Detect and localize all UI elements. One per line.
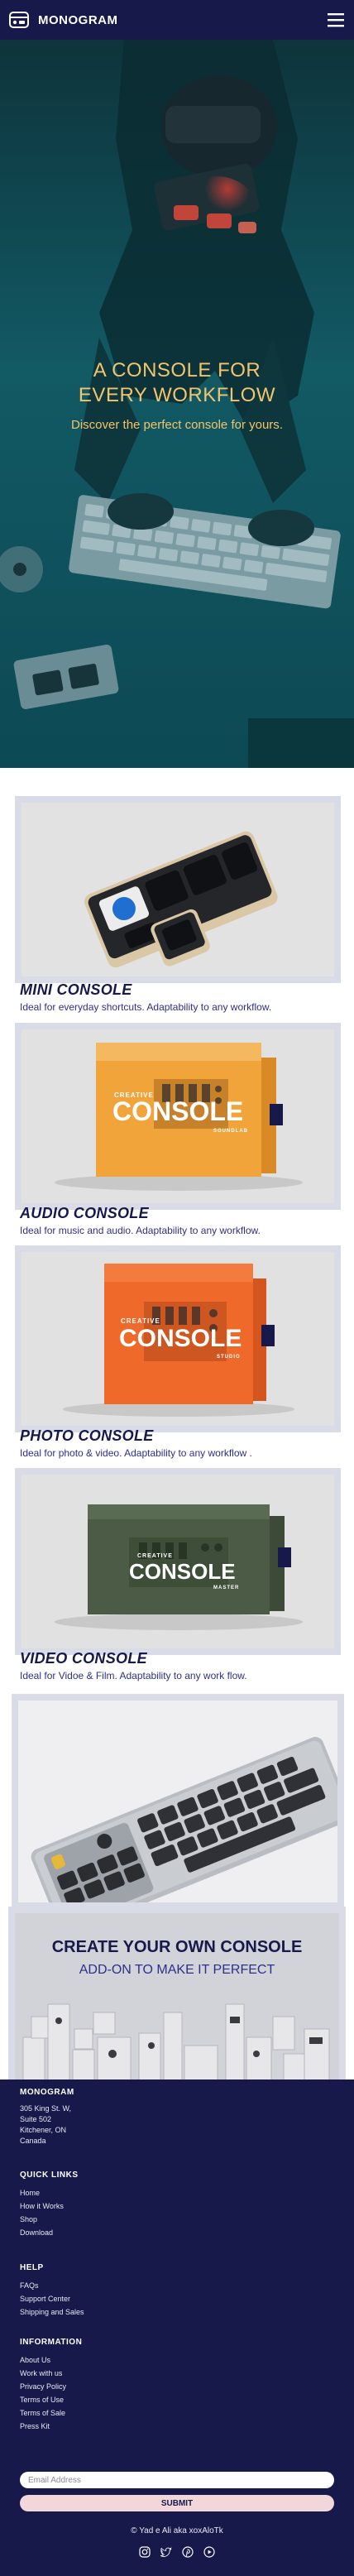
product-title-audio[interactable]: AUDIO CONSOLE bbox=[20, 1205, 149, 1222]
footer-link-how-it-works[interactable]: How it Works bbox=[20, 2199, 79, 2213]
footer-link-shipping-and-sales[interactable]: Shipping and Sales bbox=[20, 2305, 84, 2319]
footer-link-shop[interactable]: Shop bbox=[20, 2213, 79, 2226]
pinterest-icon[interactable] bbox=[182, 2546, 194, 2558]
keyboard-illustration bbox=[18, 1701, 337, 1902]
video-box-word: CONSOLE bbox=[129, 1559, 236, 1584]
twitter-icon[interactable] bbox=[160, 2546, 172, 2558]
email-input[interactable] bbox=[20, 2472, 334, 2488]
footer-link-faqs[interactable]: FAQs bbox=[20, 2279, 84, 2292]
product-card-video[interactable]: CREATIVE CONSOLE MASTER bbox=[15, 1468, 341, 1655]
product-image-video: CREATIVE CONSOLE MASTER bbox=[22, 1475, 334, 1648]
product-image-photo: CREATIVE CONSOLE STUDIO bbox=[22, 1252, 334, 1426]
hero-text: A CONSOLE FOR EVERY WORKFLOW Discover th… bbox=[0, 358, 354, 432]
video-box-edition: MASTER bbox=[213, 1585, 239, 1590]
product-description-photo: Ideal for photo & video. Adaptability to… bbox=[20, 1447, 252, 1459]
audio-console-box-image: CREATIVE CONSOLE SOUNDLAB bbox=[22, 1029, 334, 1203]
social-links bbox=[0, 2546, 354, 2558]
youtube-icon[interactable] bbox=[203, 2546, 215, 2558]
footer-link-home[interactable]: Home bbox=[20, 2186, 79, 2199]
information-heading: INFORMATION bbox=[20, 2338, 83, 2347]
submit-button[interactable]: SUBMIT bbox=[20, 2495, 334, 2511]
product-title-video[interactable]: VIDEO CONSOLE bbox=[20, 1650, 147, 1667]
create-subtitle: ADD-ON TO MAKE IT PERFECT bbox=[79, 1963, 275, 1977]
footer-link-terms-of-sale[interactable]: Terms of Sale bbox=[20, 2406, 82, 2420]
brand[interactable]: MONOGRAM bbox=[8, 9, 118, 31]
navbar: MONOGRAM bbox=[0, 0, 354, 40]
product-card-mini[interactable] bbox=[15, 796, 341, 983]
footer: MONOGRAM 305 King St. W, Suite 502 Kitch… bbox=[0, 2080, 354, 2576]
photo-box-word: CONSOLE bbox=[119, 1325, 242, 1352]
quick-links-heading: QUICK LINKS bbox=[20, 2171, 79, 2180]
product-description-mini: Ideal for everyday shortcuts. Adaptabili… bbox=[20, 1001, 272, 1013]
mini-console-image bbox=[22, 803, 334, 976]
video-box-small-text: CREATIVE bbox=[137, 1553, 173, 1559]
photo-console-box-image: CREATIVE CONSOLE STUDIO bbox=[22, 1252, 334, 1426]
audio-box-word: CONSOLE bbox=[112, 1096, 243, 1126]
keyboard-showcase-card bbox=[12, 1694, 344, 1909]
logo-icon bbox=[9, 12, 29, 28]
audio-box-edition: SOUNDLAB bbox=[213, 1129, 248, 1134]
address-line: 305 King St. W, bbox=[20, 2104, 72, 2113]
hamburger-menu-icon[interactable] bbox=[326, 12, 346, 28]
footer-link-download[interactable]: Download bbox=[20, 2226, 79, 2239]
create-your-own-image: CREATE YOUR OWN CONSOLE ADD-ON TO MAKE I… bbox=[15, 1913, 339, 2103]
instagram-icon[interactable] bbox=[139, 2546, 151, 2558]
product-description-audio: Ideal for music and audio. Adaptability … bbox=[20, 1225, 261, 1236]
photo-box-small-text: CREATIVE bbox=[121, 1317, 160, 1325]
help-heading: HELP bbox=[20, 2263, 44, 2272]
footer-link-about-us[interactable]: About Us bbox=[20, 2353, 82, 2367]
product-card-photo[interactable]: CREATIVE CONSOLE STUDIO bbox=[15, 1245, 341, 1432]
footer-link-privacy-policy[interactable]: Privacy Policy bbox=[20, 2380, 82, 2393]
keyboard-showcase-image bbox=[18, 1701, 337, 1902]
product-title-photo[interactable]: PHOTO CONSOLE bbox=[20, 1427, 154, 1445]
footer-information: INFORMATION About Us Work with us Privac… bbox=[20, 2338, 82, 2433]
hero-section: A CONSOLE FOR EVERY WORKFLOW Discover th… bbox=[0, 40, 354, 768]
footer-link-support-center[interactable]: Support Center bbox=[20, 2292, 84, 2305]
footer-help: HELP FAQs Support Center Shipping and Sa… bbox=[20, 2263, 84, 2319]
brand-name: MONOGRAM bbox=[38, 12, 118, 27]
footer-quick-links: QUICK LINKS Home How it Works Shop Downl… bbox=[20, 2171, 79, 2239]
footer-link-terms-of-use[interactable]: Terms of Use bbox=[20, 2393, 82, 2406]
address-line: Kitchener, ON bbox=[20, 2126, 67, 2134]
footer-link-work-with-us[interactable]: Work with us bbox=[20, 2367, 82, 2380]
photo-box-edition: STUDIO bbox=[217, 1355, 241, 1360]
footer-brand-section: MONOGRAM 305 King St. W, Suite 502 Kitch… bbox=[20, 2088, 74, 2147]
video-console-box-image: CREATIVE CONSOLE MASTER bbox=[22, 1475, 334, 1648]
footer-brand: MONOGRAM bbox=[20, 2088, 74, 2097]
create-title[interactable]: CREATE YOUR OWN CONSOLE bbox=[15, 1938, 339, 1957]
product-description-video: Ideal for Vidoe & Film. Adaptability to … bbox=[20, 1670, 247, 1681]
address-line: Suite 502 bbox=[20, 2115, 52, 2123]
hero-title: A CONSOLE FOR EVERY WORKFLOW bbox=[78, 359, 276, 406]
product-card-audio[interactable]: CREATIVE CONSOLE SOUNDLAB bbox=[15, 1023, 341, 1210]
product-image-audio: CREATIVE CONSOLE SOUNDLAB bbox=[22, 1029, 334, 1203]
product-title-mini[interactable]: MINI CONSOLE bbox=[20, 981, 132, 999]
address-line: Canada bbox=[20, 2137, 46, 2145]
copyright-text: © Yad e Ali aka xoxAloTk bbox=[131, 2526, 223, 2535]
product-image-mini bbox=[22, 803, 334, 976]
hero-subtitle: Discover the perfect console for yours. bbox=[71, 418, 283, 432]
footer-link-press-kit[interactable]: Press Kit bbox=[20, 2420, 82, 2433]
